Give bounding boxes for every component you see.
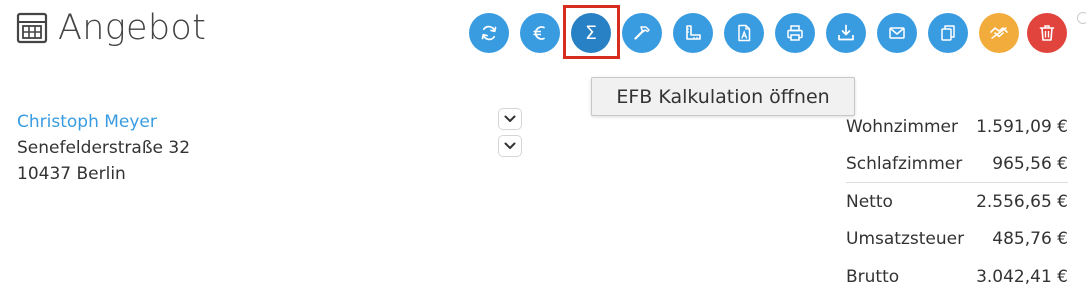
measure-button[interactable]	[673, 13, 713, 53]
settings-circle-icon[interactable]	[1077, 12, 1086, 24]
address-dropdown-toggle[interactable]	[498, 135, 522, 157]
summary-divider	[846, 182, 1068, 183]
summary-row: Wohnzimmer 1.591,09 €	[846, 114, 1068, 140]
highlight-frame	[563, 5, 620, 59]
hammer-icon	[634, 26, 650, 40]
summary-value: 485,76 €	[992, 229, 1068, 249]
summary-value: 1.591,09 €	[976, 117, 1068, 137]
customer-street: Senefelderstraße 32	[17, 138, 191, 158]
customer-name-link[interactable]: Christoph Meyer	[17, 109, 190, 135]
summary-row: Brutto 3.042,41 €	[846, 264, 1068, 290]
customer-city: 10437 Berlin	[17, 164, 126, 184]
chevron-down-icon	[504, 115, 516, 122]
page-title: Angebot	[58, 8, 207, 48]
pdf-button[interactable]	[724, 13, 764, 53]
page-header: Angebot	[16, 6, 206, 50]
copy-button[interactable]	[928, 13, 968, 53]
email-button[interactable]	[877, 13, 917, 53]
refresh-icon	[481, 25, 497, 41]
printer-icon	[787, 25, 803, 41]
summary-label: Netto	[846, 192, 893, 212]
print-button[interactable]	[775, 13, 815, 53]
summary-row: Schlafzimmer 965,56 €	[846, 151, 1068, 177]
summary-row: Umsatzsteuer 485,76 €	[846, 226, 1068, 252]
summary-value: 3.042,41 €	[976, 267, 1068, 287]
refresh-button[interactable]	[469, 13, 509, 53]
summary-label: Schlafzimmer	[846, 154, 963, 174]
delete-button[interactable]	[1027, 13, 1067, 53]
summary-row: Netto 2.556,65 €	[846, 189, 1068, 215]
ruler-icon	[686, 25, 701, 40]
euro-icon	[533, 26, 545, 40]
customer-address: Christoph Meyer Senefelderstraße 32 1043…	[17, 109, 190, 187]
chevron-down-icon	[504, 142, 516, 149]
summary-value: 2.556,65 €	[976, 192, 1068, 212]
handshake-button[interactable]	[979, 13, 1019, 53]
calculator-icon	[16, 12, 48, 44]
copy-icon	[941, 25, 955, 41]
handshake-icon	[990, 27, 1008, 39]
trash-icon	[1039, 25, 1055, 41]
download-button[interactable]	[826, 13, 866, 53]
envelope-icon	[889, 27, 905, 39]
currency-button[interactable]	[520, 13, 560, 53]
tooltip: EFB Kalkulation öffnen	[591, 77, 855, 116]
summary-label: Umsatzsteuer	[846, 229, 965, 249]
tools-button[interactable]	[622, 13, 662, 53]
pdf-file-icon	[738, 24, 751, 42]
contact-dropdown-toggle[interactable]	[498, 108, 522, 130]
summary-label: Brutto	[846, 267, 900, 287]
summary-value: 965,56 €	[992, 154, 1068, 174]
summary-label: Wohnzimmer	[846, 117, 958, 137]
download-icon	[838, 24, 854, 41]
